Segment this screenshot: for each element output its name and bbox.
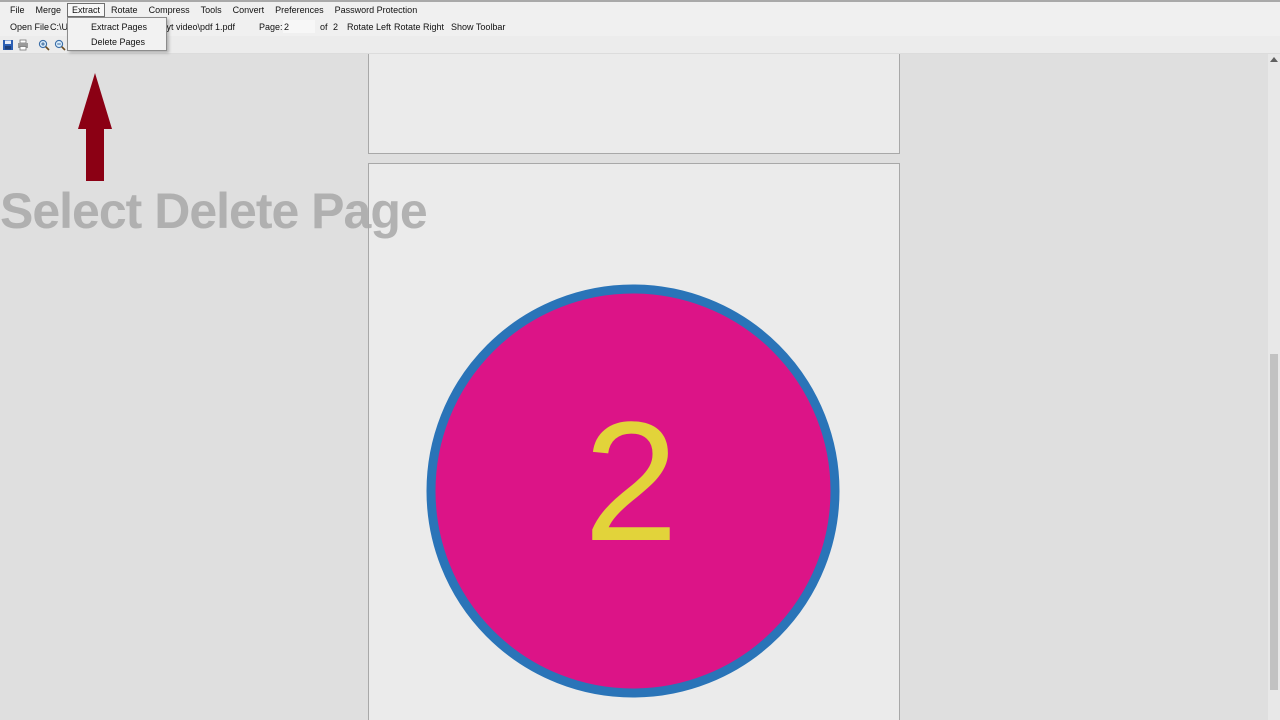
page-2-graphic: 2: [426, 284, 840, 698]
menu-rotate[interactable]: Rotate: [106, 3, 143, 17]
rotate-right-button[interactable]: Rotate Right: [394, 21, 444, 33]
page-number-digit: 2: [584, 387, 679, 577]
icon-toolbar: [0, 36, 1280, 54]
file-path-end: b\yt video\pdf 1.pdf: [159, 22, 236, 32]
rotate-left-button[interactable]: Rotate Left: [347, 21, 391, 33]
save-icon[interactable]: [2, 39, 14, 51]
menu-bar: File Merge Extract Rotate Compress Tools…: [0, 0, 1280, 18]
zoom-in-icon[interactable]: [38, 39, 50, 51]
scrollbar-thumb[interactable]: [1270, 354, 1278, 690]
menu-tools[interactable]: Tools: [196, 3, 227, 17]
zoom-out-icon[interactable]: [54, 39, 66, 51]
file-path-start: C:\U: [50, 22, 68, 32]
menu-extract[interactable]: Extract: [67, 3, 106, 17]
menu-item-extract-pages[interactable]: Extract Pages: [91, 21, 147, 33]
tutorial-caption: Select Delete Page: [0, 183, 428, 239]
menu-convert[interactable]: Convert: [228, 3, 270, 17]
document-page-1: [368, 54, 900, 154]
pdf-tool-window: File Merge Extract Rotate Compress Tools…: [0, 0, 1280, 720]
page-label: Page:: [259, 22, 283, 32]
total-pages: 2: [333, 22, 339, 32]
open-file-button[interactable]: Open File: [10, 21, 49, 33]
of-label: of: [320, 22, 328, 32]
up-arrow-icon: [78, 73, 112, 181]
vertical-scrollbar[interactable]: [1268, 54, 1280, 720]
menu-item-delete-pages[interactable]: Delete Pages: [91, 36, 145, 48]
menu-merge[interactable]: Merge: [31, 3, 67, 17]
menu-password-protection[interactable]: Password Protection: [330, 3, 423, 17]
extract-dropdown-menu: Extract Pages Delete Pages: [67, 17, 167, 51]
file-toolbar: Open File C:\U b\yt video\pdf 1.pdf Page:…: [0, 18, 1280, 36]
print-icon[interactable]: [17, 39, 29, 51]
menu-preferences[interactable]: Preferences: [270, 3, 329, 17]
menu-compress[interactable]: Compress: [144, 3, 195, 17]
show-toolbar-button[interactable]: Show Toolbar: [451, 21, 505, 33]
menu-file[interactable]: File: [5, 3, 30, 17]
scroll-up-arrow-icon[interactable]: [1270, 57, 1278, 62]
page-number-input[interactable]: [283, 20, 315, 33]
